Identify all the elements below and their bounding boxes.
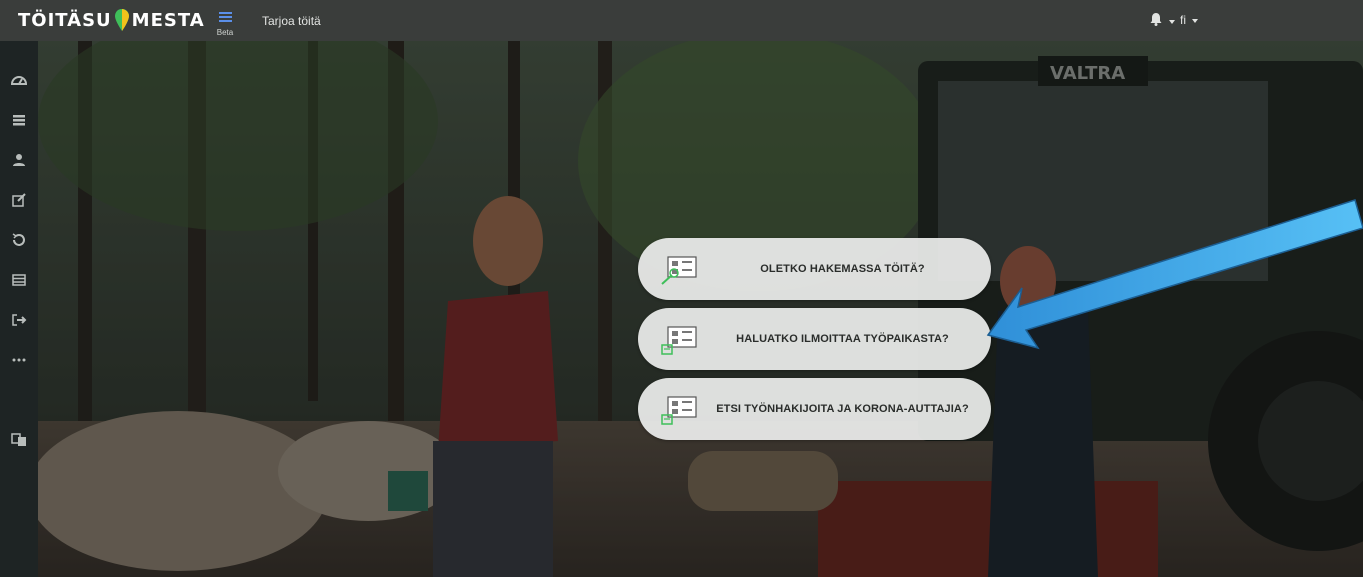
annotation-arrow-icon (986, 199, 1363, 350)
notifications-dropdown[interactable] (1150, 13, 1176, 31)
sidebar-item-profile[interactable] (10, 151, 28, 169)
sidebar-item-dashboard[interactable] (10, 72, 28, 90)
beta-label: Beta (216, 28, 234, 37)
bell-icon (1150, 13, 1162, 26)
sidebar-item-logout[interactable] (10, 311, 28, 329)
chevron-down-icon (1192, 18, 1199, 23)
sidebar-item-translate[interactable] (10, 431, 28, 449)
translate-icon (11, 433, 26, 446)
sidebar-item-table[interactable] (10, 271, 28, 289)
nav-link-offer-jobs[interactable]: Tarjoa töitä (262, 14, 321, 28)
table-icon (12, 274, 26, 286)
sidebar-item-history[interactable] (10, 231, 28, 249)
card-label: OLETKO HAKEMASSA TÖITÄ? (760, 263, 925, 275)
sidebar-item-edit[interactable] (10, 191, 28, 209)
language-label: fi (1180, 13, 1186, 27)
chevron-down-icon (1169, 19, 1176, 24)
logo-text-right: MESTA (131, 9, 205, 31)
sidebar-item-list[interactable] (10, 111, 28, 129)
dashboard-icon (10, 76, 28, 85)
language-dropdown[interactable]: fi (1180, 13, 1199, 27)
card-looking-for-work[interactable]: OLETKO HAKEMASSA TÖITÄ? (638, 238, 991, 300)
job-posting-icon (661, 326, 697, 355)
history-icon (12, 233, 25, 246)
job-board-icon (661, 256, 697, 285)
top-bar: TÖITÄSU MESTA Beta Tarjoa töitä fi (0, 0, 1363, 41)
hamburger-icon (218, 12, 232, 14)
hamburger-menu-button[interactable]: Beta (214, 10, 236, 37)
more-icon (12, 358, 26, 362)
logo-pin-icon (114, 9, 129, 31)
card-label: ETSI TYÖNHAKIJOITA JA KORONA-AUTTAJIA? (716, 403, 969, 415)
logo-text-left: TÖITÄSU (18, 9, 112, 31)
card-label: HALUATKO ILMOITTAA TYÖPAIKASTA? (736, 333, 949, 345)
edit-icon (12, 193, 26, 207)
user-icon (13, 154, 25, 166)
applicant-search-icon (661, 396, 697, 425)
list-icon (13, 115, 25, 126)
logout-icon (12, 314, 27, 326)
hamburger-icon-bar (218, 20, 232, 22)
card-find-applicants[interactable]: ETSI TYÖNHAKIJOITA JA KORONA-AUTTAJIA? (638, 378, 991, 440)
sidebar (0, 41, 38, 577)
card-post-job[interactable]: HALUATKO ILMOITTAA TYÖPAIKASTA? (638, 308, 991, 370)
logo[interactable]: TÖITÄSU MESTA (18, 9, 205, 31)
sidebar-item-more[interactable] (10, 351, 28, 369)
hamburger-icon-bar (218, 16, 232, 18)
